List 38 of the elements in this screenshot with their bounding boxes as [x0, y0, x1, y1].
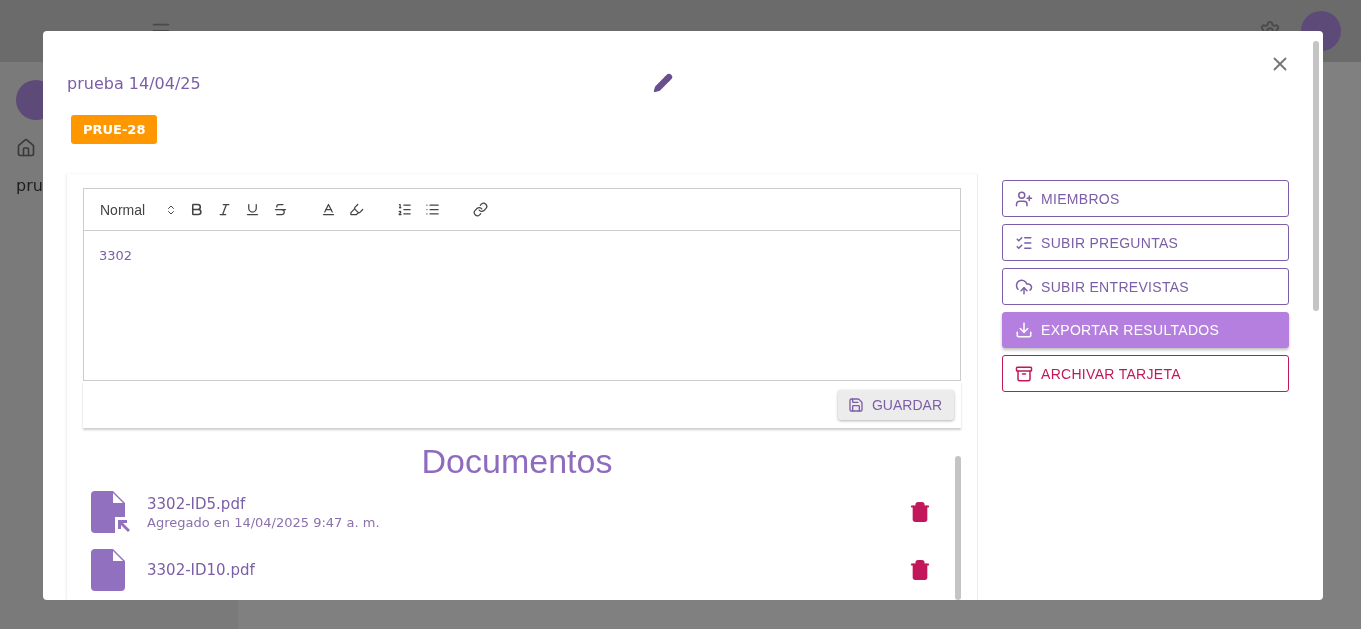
highlighter-icon	[348, 202, 364, 217]
pencil-icon	[653, 73, 673, 93]
scrollbar[interactable]	[1313, 41, 1319, 311]
save-button[interactable]: GUARDAR	[838, 389, 954, 420]
format-select[interactable]: Normal	[100, 201, 178, 218]
download-icon	[1015, 321, 1033, 339]
bullet-list-icon	[424, 202, 440, 217]
file-shortcut-icon	[91, 491, 131, 533]
action-button[interactable]: ARCHIVAR TARJETA	[1002, 355, 1289, 392]
document-link[interactable]: 3302-ID5.pdf	[147, 494, 246, 513]
text-color-icon	[320, 202, 336, 217]
card-title: prueba 14/04/25	[67, 73, 202, 93]
archive-icon	[1015, 364, 1033, 383]
strikethrough-icon	[272, 202, 288, 217]
scrollbar[interactable]	[955, 456, 961, 600]
trash-icon	[909, 559, 931, 581]
document-date: Agregado en 14/04/2025 9:47 a. m.	[147, 514, 381, 530]
action-button[interactable]: EXPORTAR RESULTADOS	[1002, 312, 1289, 348]
cloud-upload-icon	[1015, 277, 1033, 296]
trash-icon	[909, 501, 931, 523]
rich-text-editor[interactable]: Normal 3302	[83, 188, 961, 381]
italic-icon	[216, 202, 232, 217]
user-plus-icon	[1015, 189, 1033, 208]
delete-button[interactable]	[909, 559, 931, 581]
editor-text: 3302	[99, 248, 133, 263]
underline-icon	[244, 202, 260, 217]
save-icon	[848, 396, 864, 413]
document-link[interactable]: 3302-ID10.pdf	[147, 561, 255, 579]
documents-heading: Documentos	[421, 442, 613, 481]
action-button[interactable]: SUBIR ENTREVISTAS	[1002, 268, 1289, 305]
card-code-badge: PRUE-28	[71, 115, 158, 144]
action-button[interactable]: MIEMBROS	[1002, 180, 1289, 217]
action-button[interactable]: SUBIR PREGUNTAS	[1002, 224, 1289, 261]
edit-button[interactable]	[653, 73, 673, 93]
delete-button[interactable]	[909, 501, 931, 523]
numbered-list-icon	[396, 202, 412, 217]
link-icon	[472, 202, 488, 217]
home-icon[interactable]	[16, 138, 36, 158]
